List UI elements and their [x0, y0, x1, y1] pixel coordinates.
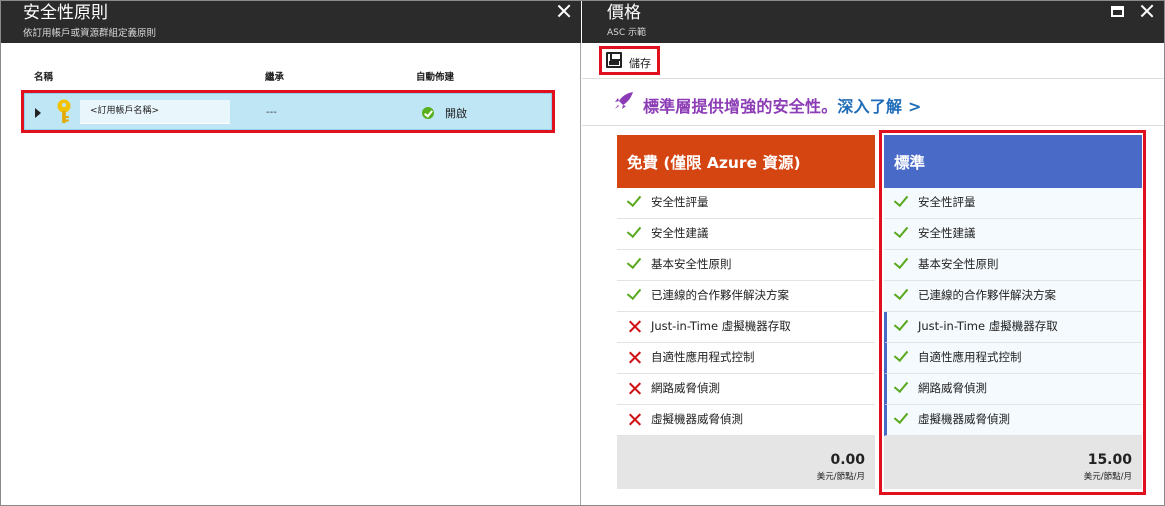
maximize-icon[interactable]: [1111, 6, 1124, 17]
column-header-inherit[interactable]: 繼承: [265, 69, 284, 83]
price-unit: 美元/節點/月: [816, 472, 865, 482]
portal-page: 安全性原則 依訂用帳戶或資源群組定義原則 名稱 繼承 自動佈建 <訂用帳戶名稱>…: [0, 0, 1165, 506]
column-header-name[interactable]: 名稱: [34, 69, 53, 83]
tier-free-card[interactable]: 免費 (僅限 Azure 資源) 安全性評量安全性建議基本安全性原則已連線的合作…: [617, 135, 875, 489]
checkmark-icon: [628, 227, 642, 237]
upgrade-banner: 標準層提供增強的安全性。深入了解 >: [582, 80, 1164, 126]
checkmark-icon: [628, 258, 642, 268]
cross-icon: [628, 351, 641, 364]
learn-more-link[interactable]: 深入了解 >: [837, 97, 921, 116]
blade-title: 價格: [607, 3, 641, 23]
rocket-icon: [615, 92, 633, 109]
highlight-frame: [599, 46, 660, 75]
highlight-frame: [879, 130, 1146, 495]
upgrade-message: 標準層提供增強的安全性。深入了解 >: [643, 93, 922, 117]
blade-subtitle: ASC 示範: [607, 28, 647, 38]
feature-label: 自適性應用程式控制: [651, 350, 755, 364]
feature-label: 虛擬機器威脅偵測: [651, 412, 743, 426]
upgrade-text: 標準層提供增強的安全性。: [643, 97, 838, 116]
feature-label: 安全性評量: [651, 195, 709, 209]
feature-label: 網路威脅偵測: [651, 381, 720, 395]
feature-label: 基本安全性原則: [651, 257, 732, 271]
blade-subtitle: 依訂用帳戶或資源群組定義原則: [23, 28, 157, 39]
blade-header: 安全性原則 依訂用帳戶或資源群組定義原則: [1, 1, 581, 43]
security-policy-blade: 安全性原則 依訂用帳戶或資源群組定義原則 名稱 繼承 自動佈建 <訂用帳戶名稱>…: [1, 1, 581, 505]
blade-title: 安全性原則: [23, 3, 108, 23]
pricing-blade: 價格 ASC 示範 儲存 標準層提供增強的安全性。深入了解 > 免費 (僅限 A…: [582, 1, 1164, 505]
feature-item: 網路威脅偵測: [617, 374, 875, 405]
feature-item: 安全性建議: [617, 219, 875, 250]
price-box: 0.00 美元/節點/月: [617, 436, 875, 489]
tier-free-features: 安全性評量安全性建議基本安全性原則已連線的合作夥伴解決方案 Just-in-Tim…: [617, 188, 875, 436]
blade-header: 價格 ASC 示範: [582, 1, 1164, 43]
feature-item: 安全性評量: [617, 188, 875, 219]
feature-label: 安全性建議: [651, 226, 709, 240]
command-bar: 儲存: [582, 43, 1164, 79]
feature-item: 基本安全性原則: [617, 250, 875, 281]
column-header-provisioning[interactable]: 自動佈建: [416, 69, 454, 83]
cross-icon: [628, 320, 641, 333]
feature-label: Just-in-Time 虛擬機器存取: [651, 319, 791, 333]
tier-free-title: 免費 (僅限 Azure 資源): [617, 135, 875, 188]
cross-icon: [628, 382, 641, 395]
feature-item: 自適性應用程式控制: [617, 343, 875, 374]
close-icon[interactable]: [1140, 4, 1154, 18]
price-value: 0.00: [830, 452, 865, 468]
cross-icon: [628, 413, 641, 426]
feature-label: 已連線的合作夥伴解決方案: [651, 288, 789, 302]
highlight-frame: [21, 90, 555, 133]
checkmark-icon: [628, 289, 642, 299]
feature-item: Just-in-Time 虛擬機器存取: [617, 312, 875, 343]
checkmark-icon: [628, 196, 642, 206]
feature-item: 已連線的合作夥伴解決方案: [617, 281, 875, 312]
close-icon[interactable]: [557, 4, 571, 18]
feature-item: 虛擬機器威脅偵測: [617, 405, 875, 436]
